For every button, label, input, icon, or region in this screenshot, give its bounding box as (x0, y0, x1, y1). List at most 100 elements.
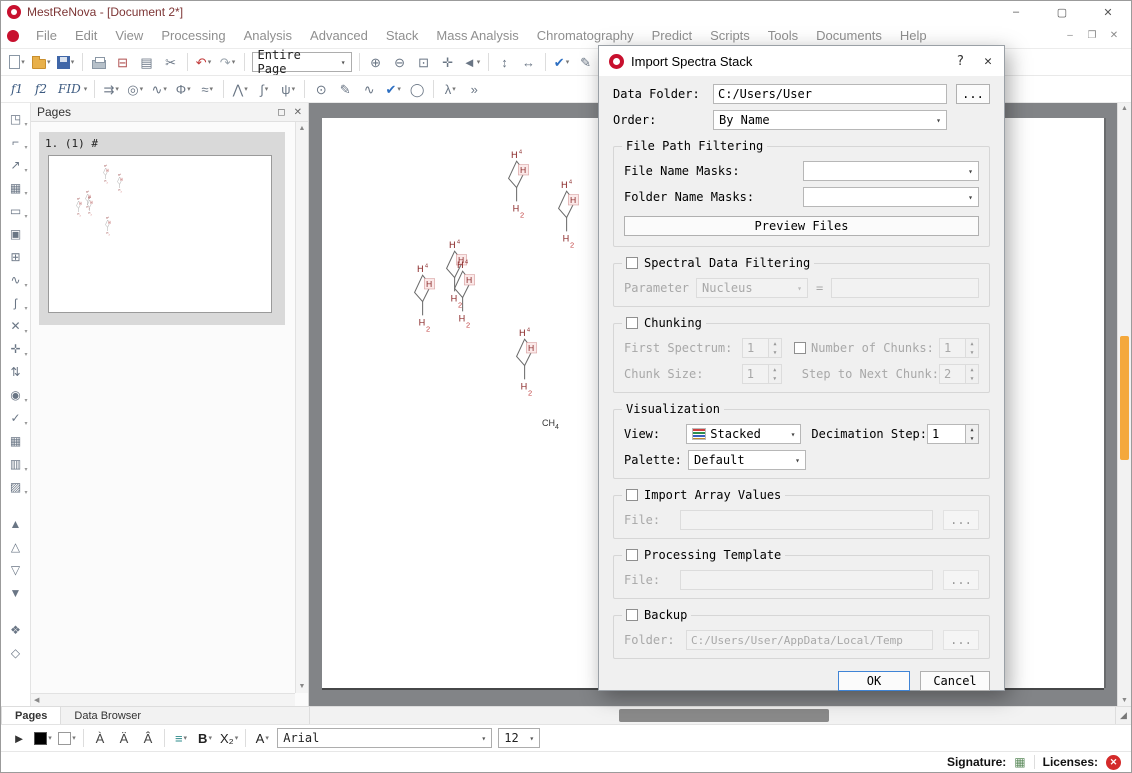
backup-checkbox[interactable] (626, 609, 638, 621)
line-color-swatch[interactable]: ▾ (56, 727, 78, 749)
f2-button[interactable]: f2 (30, 78, 52, 100)
horizontal-scroll-handle[interactable] (619, 709, 829, 722)
dialog-close-button[interactable]: ✕ (984, 54, 992, 69)
chunking-checkbox[interactable] (626, 317, 638, 329)
crop-tool-icon[interactable]: ⊞ (3, 245, 29, 268)
spin-down-icon[interactable]: ▼ (966, 434, 978, 443)
text-color-swatch[interactable]: ▾ (32, 727, 54, 749)
font-size-combo[interactable]: 12▾ (498, 728, 540, 748)
spectral-data-filtering-checkbox[interactable] (626, 257, 638, 269)
circle-icon[interactable]: ◯ (406, 78, 428, 100)
spin-up-icon[interactable]: ▲ (966, 365, 978, 374)
array-values-file-input[interactable] (680, 510, 933, 530)
menu-advanced[interactable]: Advanced (301, 28, 377, 43)
spin-up-icon[interactable]: ▲ (769, 339, 781, 348)
molecule-structure[interactable]: H4HH2 (512, 324, 551, 403)
spin-up-icon[interactable]: ▲ (966, 425, 978, 434)
print-preview-icon[interactable]: ⊟ (112, 51, 134, 73)
zoom-region-icon[interactable]: ⊡ (413, 51, 435, 73)
font-color-icon[interactable]: A▾ (251, 727, 273, 749)
zoom-level-combo[interactable]: Entire Page▾ (252, 52, 352, 72)
menu-mass-analysis[interactable]: Mass Analysis (427, 28, 527, 43)
font-family-combo[interactable]: Arial▾ (277, 728, 492, 748)
peak-picking-icon[interactable]: ⋀▾ (229, 78, 251, 100)
spin-up-icon[interactable]: ▲ (769, 365, 781, 374)
reorder-tool-icon[interactable]: ⇅ (3, 360, 29, 383)
minimize-button[interactable]: – (993, 1, 1039, 23)
parameter-combo[interactable]: Nucleus▾ (696, 278, 808, 298)
dialog-help-button[interactable]: ? (956, 54, 964, 69)
number-of-chunks-spinner[interactable]: 1 ▲▼ (939, 338, 979, 358)
spin-down-icon[interactable]: ▼ (769, 348, 781, 357)
reference-icon[interactable]: ◎▾ (124, 78, 146, 100)
polyline-tool-icon[interactable]: ⌐▾ (3, 130, 29, 153)
mdi-restore-button[interactable]: ❐ (1081, 27, 1103, 45)
tab-data-browser[interactable]: Data Browser (61, 707, 154, 724)
f1-button[interactable]: f1 (6, 78, 28, 100)
chart-tool-icon[interactable]: ▨▾ (3, 475, 29, 498)
molecule-structure[interactable]: H4HH2 (116, 173, 127, 198)
molecule-structure[interactable]: H4HH2 (86, 196, 97, 221)
annotate-icon[interactable]: ✎ (334, 78, 356, 100)
processing-template-checkbox[interactable] (626, 549, 638, 561)
menu-edit[interactable]: Edit (66, 28, 106, 43)
page-corner-icon[interactable]: ◢ (1115, 707, 1131, 724)
fit-width-icon[interactable]: ↔ (518, 51, 540, 73)
zoom-edit-icon[interactable]: ⊙ (310, 78, 332, 100)
select-cursor-icon[interactable]: ► (8, 727, 30, 749)
menu-file[interactable]: File (27, 28, 66, 43)
palette-combo[interactable]: Default▾ (688, 450, 806, 470)
first-spectrum-spinner[interactable]: 1 ▲▼ (742, 338, 782, 358)
signature-icon[interactable]: ▦ (1014, 755, 1025, 769)
new-document-icon[interactable]: ▾ (6, 51, 28, 73)
molecule-structure[interactable]: H4HH2 (504, 146, 543, 225)
menu-help[interactable]: Help (891, 28, 936, 43)
preview-files-button[interactable]: Preview Files (624, 216, 979, 236)
file-name-masks-combo[interactable]: ▾ (803, 161, 979, 181)
array-values-browse-button[interactable]: ... (943, 510, 979, 530)
delete-tool-icon[interactable]: ✕▾ (3, 314, 29, 337)
spin-up-icon[interactable]: ▲ (966, 339, 978, 348)
menu-view[interactable]: View (106, 28, 152, 43)
layout-tool-icon[interactable]: ▥▾ (3, 452, 29, 475)
char-spacing-icon[interactable]: À (89, 727, 111, 749)
integration-icon[interactable]: ∫▾ (253, 78, 275, 100)
menu-chromatography[interactable]: Chromatography (528, 28, 643, 43)
processing-template-file-input[interactable] (680, 570, 933, 590)
maximize-button[interactable]: ▢ (1039, 1, 1085, 23)
ok-button[interactable]: OK (838, 671, 910, 691)
parameter-value-input[interactable] (831, 278, 979, 298)
scroll-down-icon[interactable]: ▼ (1118, 697, 1131, 704)
grid-tool-icon[interactable]: ▦▾ (3, 176, 29, 199)
scroll-up-icon[interactable]: ▲ (299, 125, 306, 132)
verify-icon[interactable]: ✔▾ (382, 78, 404, 100)
scroll-left-icon[interactable]: ◀ (34, 696, 39, 704)
order-combo[interactable]: By Name▾ (713, 110, 947, 130)
redo-icon[interactable]: ↷▾ (217, 51, 239, 73)
step-to-next-chunk-spinner[interactable]: 2 ▲▼ (939, 364, 979, 384)
zoom-in-icon[interactable]: ⊕ (365, 51, 387, 73)
backup-folder-input[interactable]: C:/Users/User/AppData/Local/Temp (686, 630, 933, 650)
undo-icon[interactable]: ↶▾ (193, 51, 215, 73)
print-icon[interactable] (88, 51, 110, 73)
curve-tool-icon[interactable]: ∿▾ (3, 268, 29, 291)
frame-tool-icon[interactable]: ◳▾ (3, 107, 29, 130)
spin-down-icon[interactable]: ▼ (966, 348, 978, 357)
realign-icon[interactable]: ⇉▾ (100, 78, 122, 100)
alignment-icon[interactable]: ≡▾ (170, 727, 192, 749)
mdi-minimize-button[interactable]: – (1059, 27, 1081, 45)
save-icon[interactable]: ▾ (55, 51, 77, 73)
move-top-icon[interactable]: ▲ (3, 512, 29, 535)
verify-tool-icon[interactable]: ✓▾ (3, 406, 29, 429)
multiplet-analysis-icon[interactable]: ψ▾ (277, 78, 299, 100)
close-panel-button[interactable]: ✕ (294, 107, 302, 118)
molecule-structure[interactable]: H4HH2 (450, 256, 489, 335)
blue-check-icon[interactable]: ✔▾ (551, 51, 573, 73)
close-button[interactable]: ✕ (1085, 1, 1131, 23)
mdi-close-button[interactable]: ✕ (1103, 27, 1125, 45)
copy-page-icon[interactable]: ▤ (136, 51, 158, 73)
fid-combo[interactable]: FID▾ (54, 78, 89, 100)
open-icon[interactable]: ▾ (30, 51, 53, 73)
molecule-structure[interactable]: H4HH2 (75, 197, 86, 222)
molecule-structure[interactable]: H4HH2 (554, 176, 593, 255)
